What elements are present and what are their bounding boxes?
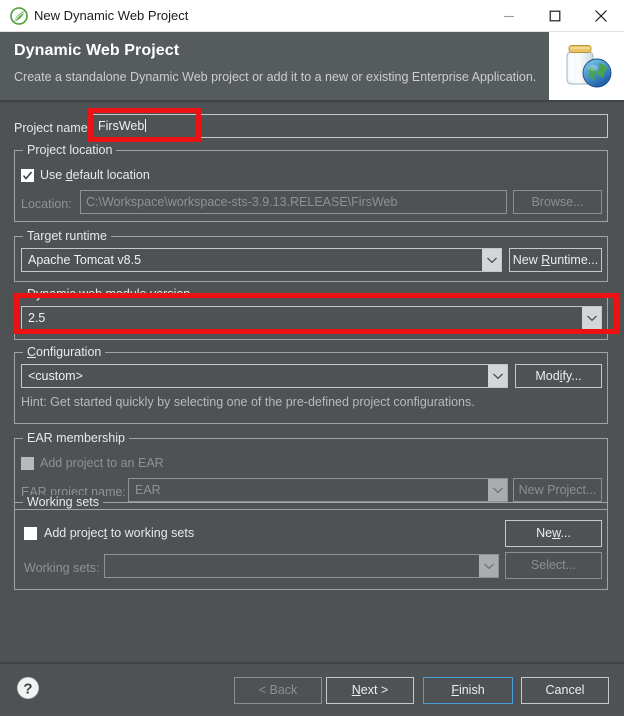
new-dynamic-web-project-dialog: New Dynamic Web Project Dynamic Web Proj… <box>0 0 624 716</box>
cancel-button[interactable]: Cancel <box>521 677 609 704</box>
dynamic-web-module-version-legend: Dynamic web module version <box>23 287 195 301</box>
modify-button[interactable]: Modify... <box>515 364 602 388</box>
finish-button[interactable]: Finish <box>423 677 513 704</box>
configuration-value: <custom> <box>28 369 83 383</box>
svg-text:?: ? <box>23 681 32 698</box>
configuration-combo[interactable]: <custom> <box>21 364 508 388</box>
ear-project-name-value: EAR <box>135 483 161 497</box>
title-bar: New Dynamic Web Project <box>0 0 624 32</box>
chevron-down-icon <box>488 479 507 501</box>
target-runtime-combo[interactable]: Apache Tomcat v8.5 <box>21 248 502 272</box>
add-project-to-ear-checkbox <box>21 457 34 470</box>
page-subtitle: Create a standalone Dynamic Web project … <box>14 70 537 84</box>
target-runtime-value: Apache Tomcat v8.5 <box>28 253 142 267</box>
ear-project-name-combo: EAR <box>128 478 508 502</box>
window-title: New Dynamic Web Project <box>34 8 189 23</box>
back-button: < Back <box>234 677 322 704</box>
chevron-down-icon[interactable] <box>482 249 501 271</box>
location-input: C:\Workspace\workspace-sts-3.9.13.RELEAS… <box>80 190 507 214</box>
configuration-legend: Configuration <box>23 345 106 359</box>
text-caret <box>145 119 147 132</box>
minimize-icon[interactable] <box>486 0 532 31</box>
browse-button: Browse... <box>513 190 602 214</box>
target-runtime-legend: Target runtime <box>23 229 111 243</box>
project-name-label: Project name: <box>14 121 92 135</box>
close-icon[interactable] <box>578 0 624 31</box>
configuration-group: Configuration <box>14 345 608 424</box>
working-sets-legend: Working sets <box>23 495 104 509</box>
select-working-set-button: Select... <box>505 552 602 579</box>
page-title: Dynamic Web Project <box>14 42 180 59</box>
new-working-set-button[interactable]: New... <box>505 520 602 547</box>
maximize-icon[interactable] <box>532 0 578 31</box>
next-button[interactable]: Next > <box>326 677 414 704</box>
add-project-to-working-sets-checkbox[interactable] <box>24 527 37 540</box>
wizard-footer: ? < Back Next > Finish Cancel <box>0 664 624 716</box>
wizard-body: Project name: FirsWeb Project location U… <box>0 102 624 662</box>
project-name-value: FirsWeb <box>98 119 145 133</box>
new-ear-project-button: New Project... <box>513 478 602 502</box>
project-name-input[interactable]: FirsWeb <box>92 114 608 138</box>
ear-membership-legend: EAR membership <box>23 431 129 445</box>
project-location-legend: Project location <box>23 143 117 157</box>
wizard-header: Dynamic Web Project Create a standalone … <box>0 32 624 100</box>
spring-leaf-icon <box>10 7 28 25</box>
working-sets-combo <box>104 554 499 578</box>
use-default-location-label: Use default location <box>40 168 150 182</box>
chevron-down-icon[interactable] <box>488 365 507 387</box>
use-default-location-checkbox[interactable] <box>21 169 34 182</box>
chevron-down-icon <box>479 555 498 577</box>
chevron-down-icon[interactable] <box>582 307 601 329</box>
add-project-to-working-sets-label: Add project to working sets <box>44 526 195 540</box>
dynamic-web-module-version-value: 2.5 <box>28 311 46 325</box>
new-runtime-button[interactable]: New Runtime... <box>509 248 602 272</box>
location-label: Location: <box>21 197 72 211</box>
help-question-icon[interactable]: ? <box>16 676 40 700</box>
configuration-hint: Hint: Get started quickly by selecting o… <box>21 395 475 409</box>
add-project-to-ear-label: Add project to an EAR <box>40 456 164 470</box>
dynamic-web-module-version-combo[interactable]: 2.5 <box>21 306 602 330</box>
web-archive-globe-icon <box>549 32 624 100</box>
working-sets-label: Working sets: <box>24 561 100 575</box>
